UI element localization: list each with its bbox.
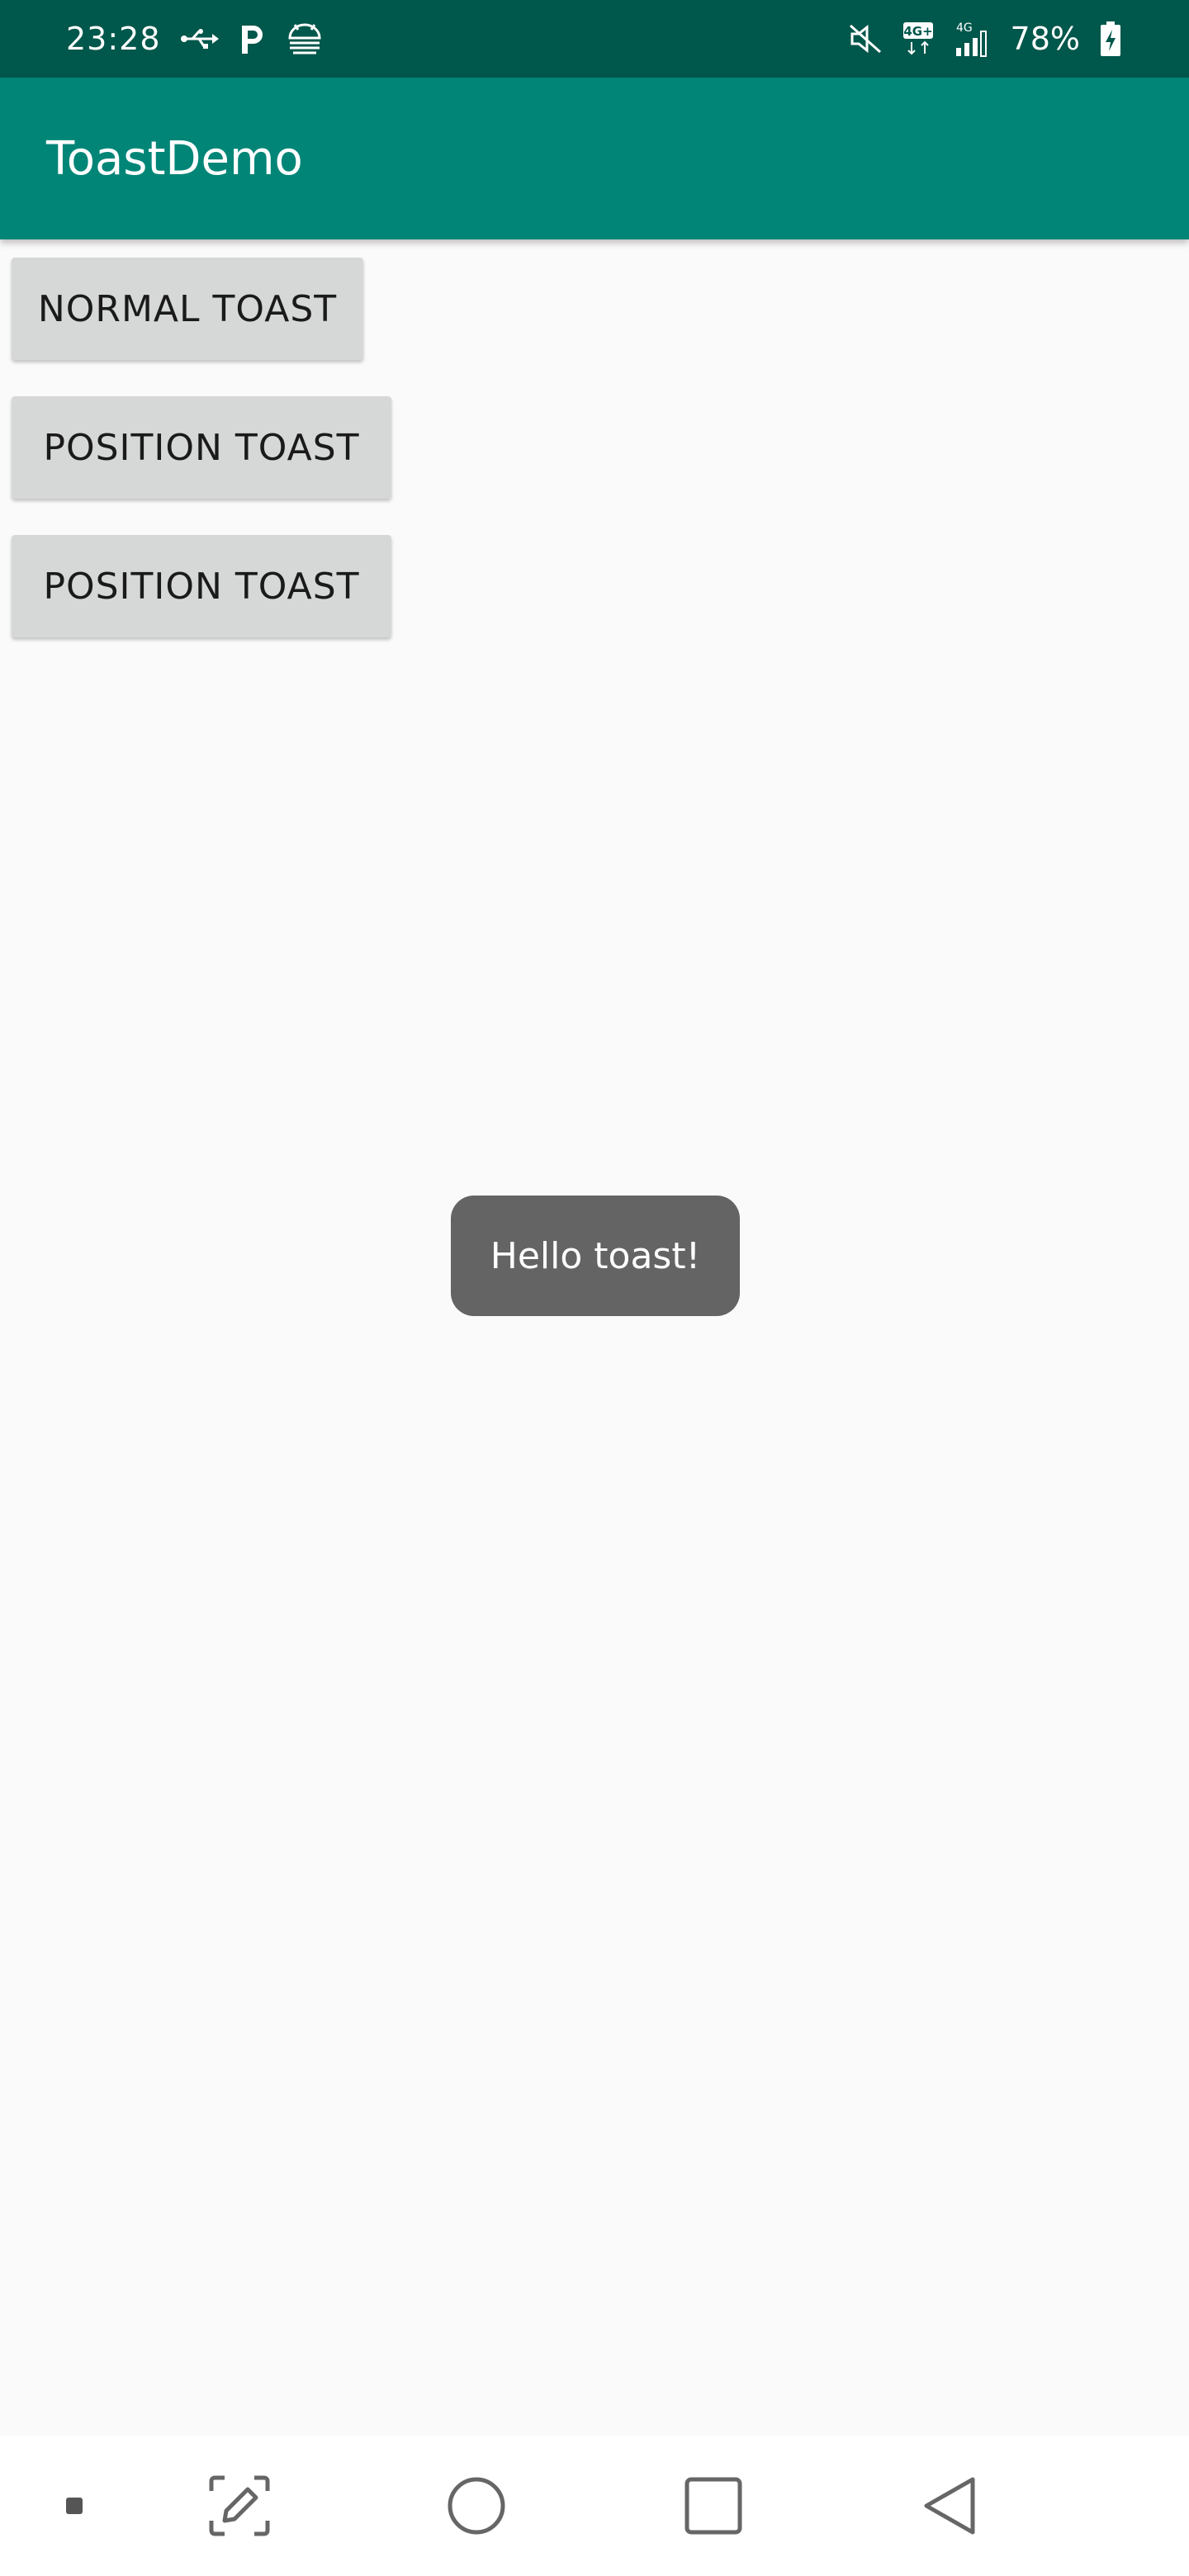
- position-toast-button-2[interactable]: POSITION TOAST: [12, 535, 391, 637]
- network-4g-plus-icon: 4G+: [902, 21, 935, 57]
- toast-text: Hello toast!: [490, 1234, 701, 1277]
- back-icon[interactable]: [885, 2436, 1017, 2576]
- net-badge-2: 4G: [956, 21, 973, 35]
- battery-percent: 78%: [1010, 21, 1080, 57]
- status-right: 4G+ 4G 78%: [847, 20, 1123, 58]
- screen: 23:28 4G+ 4G 78% ToastDemo NORMAL TOAST …: [0, 0, 1189, 2576]
- recents-icon[interactable]: [647, 2436, 779, 2576]
- position-toast-button-1[interactable]: POSITION TOAST: [12, 396, 391, 499]
- app-title: ToastDemo: [46, 131, 303, 186]
- android-debug-icon: [285, 21, 324, 56]
- parking-icon: [239, 22, 267, 55]
- normal-toast-button[interactable]: NORMAL TOAST: [12, 258, 363, 360]
- signal-icon: 4G: [953, 20, 992, 58]
- mute-icon: [847, 22, 883, 55]
- status-time: 23:28: [66, 21, 161, 57]
- status-bar: 23:28 4G+ 4G 78%: [0, 0, 1189, 78]
- toast-message: Hello toast!: [451, 1196, 740, 1316]
- battery-icon: [1098, 20, 1123, 58]
- edit-screenshot-icon[interactable]: [173, 2436, 306, 2576]
- home-icon[interactable]: [410, 2436, 542, 2576]
- dot-icon[interactable]: [8, 2436, 140, 2576]
- net-badge-1: 4G+: [903, 24, 932, 39]
- status-left: 23:28: [66, 21, 324, 57]
- navigation-bar: [0, 2436, 1189, 2576]
- usb-icon: [179, 26, 220, 51]
- app-bar: ToastDemo: [0, 78, 1189, 239]
